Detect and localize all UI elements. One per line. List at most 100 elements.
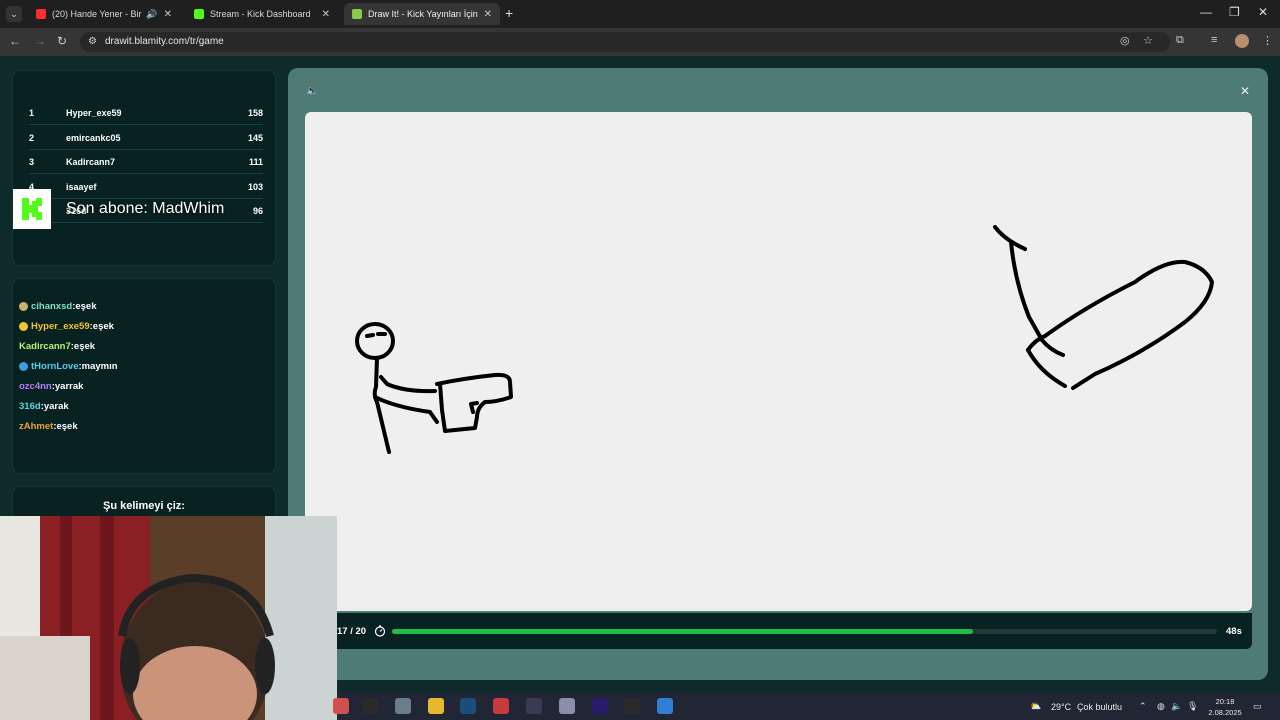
youtube-icon xyxy=(36,9,46,19)
chat-badge-icon xyxy=(19,302,28,311)
new-tab-button[interactable]: + xyxy=(505,5,513,21)
chat-username[interactable]: tHornLove xyxy=(31,361,79,372)
chat-message: Hyper_exe59:eşek xyxy=(19,321,114,332)
reload-button[interactable]: ↻ xyxy=(57,34,67,48)
screen: ⌄ (20) Hande Yener - Bir Bela 🔊 ✕ Stream… xyxy=(0,0,1280,720)
tab-search-button[interactable]: ⌄ xyxy=(6,6,22,22)
chat-text: :maymın xyxy=(78,361,118,372)
leaderboard-rank: 3 xyxy=(29,157,35,167)
clock-date: 2.08.2025 xyxy=(1208,708,1242,717)
site-info-icon[interactable]: ⚙ xyxy=(88,36,97,47)
app-icon[interactable] xyxy=(559,698,575,714)
timer-icon xyxy=(374,625,386,637)
chat-message: cihanxsd:eşek xyxy=(19,301,97,312)
notifications-icon[interactable]: ▭ xyxy=(1253,701,1262,712)
leaderboard-points: 158 xyxy=(247,108,263,118)
chat-text: :eşek xyxy=(89,321,114,332)
tab-youtube[interactable]: (20) Hande Yener - Bir Bela 🔊 ✕ xyxy=(28,3,180,25)
epic-games-icon[interactable] xyxy=(624,698,640,714)
weather-temp: 29°C xyxy=(1051,702,1072,712)
leaderboard-points: 103 xyxy=(247,181,263,192)
eye-slash-icon[interactable]: ◎ xyxy=(1120,34,1130,47)
system-clock[interactable]: 20:18 2.08.2025 xyxy=(1205,696,1245,718)
chat-message: ozc4nn:yarrak xyxy=(19,381,83,392)
volume-icon[interactable]: 🔈 xyxy=(306,86,318,97)
word-prompt-title: Şu kelimeyi çiz: xyxy=(103,500,185,512)
speaker-icon: 🔊 xyxy=(146,8,158,19)
clock-time: 20:18 xyxy=(1215,697,1235,706)
chat-text: :eşek xyxy=(70,341,96,352)
leaderboard-panel: 1 Hyper_exe59 158 2 emircankc05 145 3 Kadircann… xyxy=(12,70,276,266)
round-counter: 17 / 20 xyxy=(337,626,367,637)
weather-icon[interactable]: ⛅ xyxy=(1030,701,1041,712)
profile-avatar[interactable] xyxy=(1235,34,1249,48)
chat-panel: cihanxsd:eşek Hyper_exe59:eşek Kadircann7:… xyxy=(12,278,276,474)
leaderboard-rank: 1 xyxy=(29,108,35,118)
microphone-icon[interactable]: 🎙 xyxy=(1187,701,1198,712)
restore-button[interactable]: ❐ xyxy=(1229,5,1240,19)
url-text: drawit.blamity.com/tr/game xyxy=(105,36,224,47)
chevron-up-icon[interactable]: ⌃ xyxy=(1139,701,1147,712)
bookmark-star-icon[interactable]: ☆ xyxy=(1143,34,1153,47)
epic-games-icon[interactable] xyxy=(363,698,379,714)
menu-icon[interactable]: ⋮ xyxy=(1262,34,1273,47)
browser-toolbar: ← → ↻ ⚙ drawit.blamity.com/tr/game ◎ ☆ ⧉… xyxy=(0,28,1280,56)
tab-draw-it[interactable]: Draw It! - Kick Yayınları İçin Çiz ✕ xyxy=(344,3,500,25)
app-icon[interactable] xyxy=(657,698,673,714)
leaderboard-name: Kadircann7 xyxy=(66,157,116,167)
chat-message: zAhmet:eşek xyxy=(19,421,78,432)
tab-title: (20) Hande Yener - Bir Bela xyxy=(52,9,142,19)
seconds-remaining: 48s xyxy=(1226,626,1242,637)
chat-message: tHornLove:maymın xyxy=(19,361,118,372)
chat-username[interactable]: 316d xyxy=(19,401,41,412)
chat-username[interactable]: zAhmet xyxy=(19,421,53,432)
tab-title: Stream - Kick Dashboard xyxy=(210,9,311,19)
tab-title: Draw It! - Kick Yayınları İçin Çiz xyxy=(368,9,478,19)
weather-desc: Çok bulutlu xyxy=(1077,702,1123,712)
extensions-icon[interactable]: ⧉ xyxy=(1176,34,1184,47)
close-icon[interactable]: ✕ xyxy=(484,9,492,20)
chat-username[interactable]: ozc4nn xyxy=(19,381,52,392)
browser-tab-bar: ⌄ (20) Hande Yener - Bir Bela 🔊 ✕ Stream… xyxy=(0,0,1280,28)
app-icon[interactable] xyxy=(395,698,411,714)
chat-badge-icon xyxy=(19,322,28,331)
start-icon[interactable] xyxy=(333,698,349,714)
reading-list-icon[interactable]: ≡ xyxy=(1211,34,1217,46)
back-button[interactable]: ← xyxy=(9,34,21,48)
premiere-icon[interactable] xyxy=(592,698,608,714)
leaderboard-name: Hyper_exe59 xyxy=(66,108,122,118)
close-window-button[interactable]: ✕ xyxy=(1258,5,1268,19)
close-icon[interactable]: ✕ xyxy=(164,9,172,20)
timer-track xyxy=(392,629,1217,634)
chat-username[interactable]: Hyper_exe59 xyxy=(31,321,90,332)
close-icon[interactable]: ✕ xyxy=(1240,84,1250,98)
apps-grid-icon[interactable] xyxy=(526,698,542,714)
webcam-overlay xyxy=(0,516,337,720)
draw-it-icon xyxy=(352,9,362,19)
close-icon[interactable]: ✕ xyxy=(322,9,330,20)
file-explorer-icon[interactable] xyxy=(428,698,444,714)
leaderboard-points: 145 xyxy=(247,132,263,143)
leaderboard-row: 1 Hyper_exe59 158 xyxy=(29,101,263,125)
volume-icon[interactable]: 🔈 xyxy=(1171,701,1182,712)
chat-username[interactable]: Kadircann7 xyxy=(19,341,71,352)
leaderboard-points: 96 xyxy=(252,206,263,216)
leaderboard-name: emircankc05 xyxy=(66,132,121,143)
leaderboard-row: 3 Kadircann7 111 xyxy=(29,150,263,174)
chat-text: :yarak xyxy=(40,401,69,412)
last-subscriber-text: Son abone: MadWhim xyxy=(66,200,225,217)
chat-badge-icon xyxy=(19,362,28,371)
forward-button[interactable]: → xyxy=(34,34,46,48)
address-bar[interactable]: ⚙ drawit.blamity.com/tr/game xyxy=(80,32,1170,52)
kick-logo-icon xyxy=(13,189,51,229)
chat-message: Kadircann7:eşek xyxy=(19,341,95,352)
chat-username[interactable]: cihanxsd xyxy=(31,301,72,312)
network-icon[interactable]: ◍ xyxy=(1157,701,1165,712)
drawing-canvas[interactable] xyxy=(305,112,1252,611)
chrome-icon[interactable] xyxy=(493,698,509,714)
minimize-button[interactable]: — xyxy=(1200,5,1212,19)
tab-kick-dashboard[interactable]: Stream - Kick Dashboard ✕ xyxy=(186,3,338,25)
leaderboard-row: 2 emircankc05 145 xyxy=(29,126,263,150)
steam-icon[interactable] xyxy=(460,698,476,714)
leaderboard-points: 111 xyxy=(248,157,263,167)
